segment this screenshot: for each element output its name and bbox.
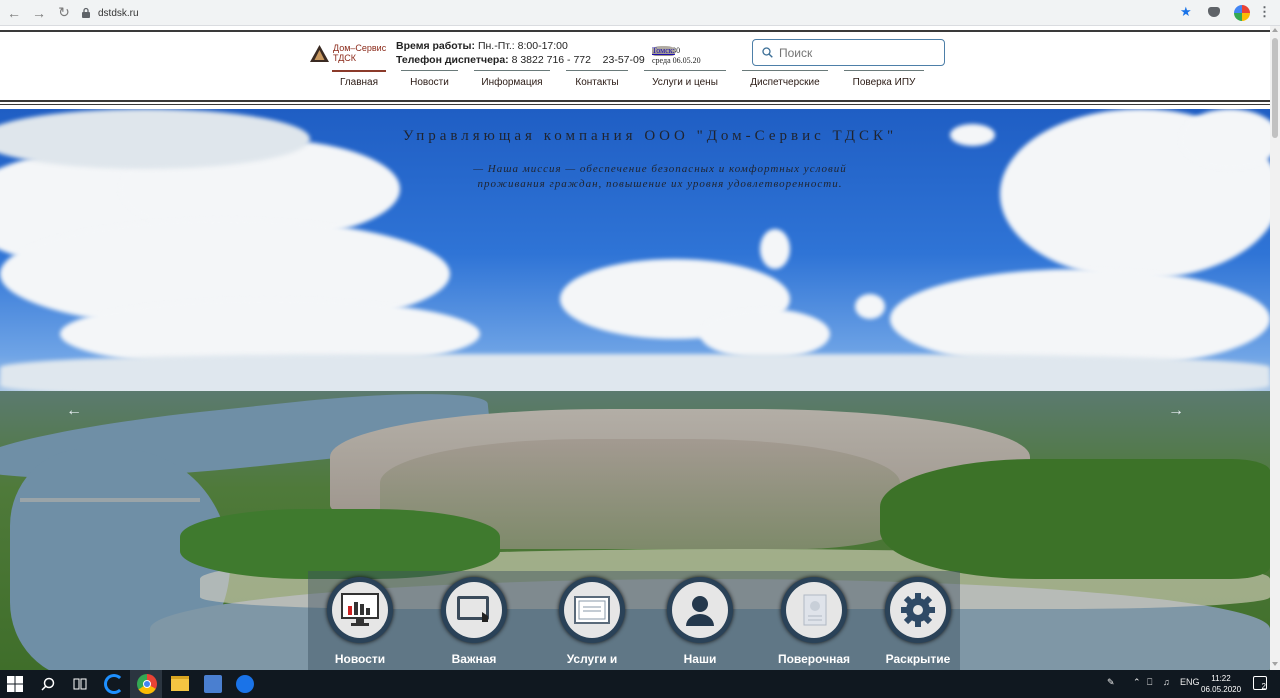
slider-prev-icon[interactable]: ← (66, 402, 82, 420)
forest (880, 459, 1270, 579)
logo-text: Дом–Сервис ТДСК (333, 43, 386, 63)
clock-date: среда 06.05.20 (652, 56, 701, 65)
tile-label: Новости (334, 652, 386, 666)
hero-mission-line2: проживания граждан, повышение их уровня … (477, 178, 843, 190)
web-page: Дом–Сервис ТДСК Время работы: Пн.-Пт.: 8… (0, 26, 1270, 670)
volume-tray-icon[interactable]: ♫ (1163, 677, 1170, 687)
clock-city-link[interactable]: Томск: (652, 46, 675, 56)
slider-next-icon[interactable]: → (1168, 402, 1184, 420)
forest (180, 509, 500, 579)
hours-label: Время работы: (396, 40, 476, 52)
person-icon (686, 596, 714, 626)
windows-taskbar: ✎ ⌃ ⎕ ♫ ENG 11:22 06.05.2020 2 (0, 670, 1280, 698)
page-scrollbar[interactable] (1270, 26, 1280, 670)
tile-label: Поверочная (777, 652, 851, 666)
header-bottom-rule-thin (0, 104, 1270, 105)
nav-item-information[interactable]: Информация (474, 70, 550, 96)
search-icon (762, 47, 773, 58)
teamviewer-icon[interactable] (236, 675, 254, 693)
task-view-icon[interactable] (72, 676, 88, 692)
scroll-thumb[interactable] (1272, 38, 1278, 138)
pen-tray-icon[interactable]: ✎ (1107, 677, 1115, 688)
cloud (700, 309, 830, 359)
tile-label: Важная (451, 652, 497, 666)
taskbar-time: 11:22 (1211, 674, 1231, 683)
browser-menu-icon[interactable]: ⋮ (1258, 4, 1271, 20)
windows-start-icon[interactable] (6, 675, 24, 693)
tablet-touch-icon (457, 596, 489, 622)
edge-icon[interactable] (104, 674, 124, 694)
search-input[interactable] (779, 45, 939, 60)
tile-verification[interactable]: Поверочная (762, 577, 872, 669)
phone-values: 8 3822 716 - 772 23-57-09 (511, 54, 645, 66)
nav-item-contacts[interactable]: Контакты (566, 70, 628, 96)
nav-item-services[interactable]: Услуги и цены (644, 70, 726, 96)
lock-icon (82, 7, 90, 18)
monitor-chart-icon (341, 593, 379, 626)
tile-circle (667, 577, 733, 643)
search-box[interactable] (752, 39, 945, 66)
profile-avatar-icon[interactable] (1234, 5, 1250, 21)
main-nav: Главная Новости Информация Контакты Услу… (0, 70, 1270, 96)
tile-our[interactable]: Наши (648, 577, 758, 669)
back-icon[interactable]: ← (3, 2, 25, 24)
tile-circle (885, 577, 951, 643)
address-bar[interactable]: dstdsk.ru (72, 3, 1202, 23)
tile-circle (441, 577, 507, 643)
cloud (855, 294, 885, 319)
logo-text-line1: Дом–Сервис (333, 43, 387, 53)
language-indicator[interactable]: ENG (1180, 677, 1200, 687)
hours-value: Пн.-Пт.: 8:00-17:00 (477, 40, 568, 52)
hero-title: Управляющая компания ООО "Дом-Сервис ТДС… (402, 128, 898, 144)
file-explorer-icon[interactable] (171, 676, 189, 691)
tile-circle (781, 577, 847, 643)
extension-icon[interactable] (1208, 7, 1220, 17)
certificate-icon (574, 596, 610, 624)
app-icon[interactable] (204, 675, 222, 693)
tile-label: Раскрытие (885, 652, 951, 666)
bookmark-star-icon[interactable]: ★ (1180, 5, 1194, 19)
nav-item-dispatch[interactable]: Диспетчерские (742, 70, 828, 96)
taskbar-clock[interactable]: 11:22 06.05.2020 (1201, 673, 1241, 695)
address-url: dstdsk.ru (98, 7, 139, 19)
contact-info: Время работы: Пн.-Пт.: 8:00-17:00 Телефо… (396, 39, 645, 67)
tile-important[interactable]: Важная (422, 577, 532, 669)
logo-text-line2: ТДСК (333, 53, 357, 63)
phone-label: Телефон диспетчера: (396, 54, 509, 66)
local-clock: Томск: 11:21:30 среда 06.05.20 (652, 46, 701, 66)
tile-label: Наши (683, 652, 717, 666)
tray-expand-icon[interactable]: ⌃ (1133, 677, 1141, 688)
browser-toolbar: ← → ↻ dstdsk.ru ★ ⋮ (0, 0, 1280, 26)
header-bottom-rule (0, 100, 1270, 102)
taskbar-date: 06.05.2020 (1201, 685, 1242, 694)
cloud (760, 229, 790, 269)
tile-news[interactable]: Новости (308, 577, 418, 669)
notifications-icon[interactable]: 2 (1253, 676, 1267, 691)
tile-circle (559, 577, 625, 643)
nav-item-news[interactable]: Новости (401, 70, 458, 96)
hero-mission: — Наша миссия — обеспечение безопасных и… (440, 162, 880, 192)
site-header: Дом–Сервис ТДСК Время работы: Пн.-Пт.: 8… (0, 26, 1270, 106)
quick-links-panel: Новости Важная Услуги и Наши Поверочная … (308, 571, 960, 670)
tile-label: Услуги и (566, 652, 618, 666)
hero-mission-line1: — Наша миссия — обеспечение безопасных и… (473, 163, 847, 175)
triangle-logo-icon (310, 44, 329, 62)
chrome-icon[interactable] (137, 674, 157, 694)
document-icon (803, 594, 827, 626)
bridge (20, 498, 200, 502)
network-tray-icon[interactable]: ⎕ (1147, 677, 1152, 688)
site-logo[interactable]: Дом–Сервис ТДСК (310, 43, 386, 63)
tile-disclosure[interactable]: Раскрытие (866, 577, 976, 669)
tile-circle (327, 577, 393, 643)
nav-item-home[interactable]: Главная (332, 70, 386, 96)
gear-icon (901, 593, 935, 627)
scroll-up-icon[interactable] (1272, 28, 1278, 32)
forward-icon[interactable]: → (28, 2, 50, 24)
hero-slider: Управляющая компания ООО "Дом-Сервис ТДС… (0, 109, 1270, 670)
scroll-down-icon[interactable] (1272, 662, 1278, 666)
nav-item-meter-check[interactable]: Поверка ИПУ (844, 70, 924, 96)
header-top-rule (0, 30, 1270, 32)
search-icon[interactable] (40, 676, 56, 692)
tile-services[interactable]: Услуги и (540, 577, 650, 669)
